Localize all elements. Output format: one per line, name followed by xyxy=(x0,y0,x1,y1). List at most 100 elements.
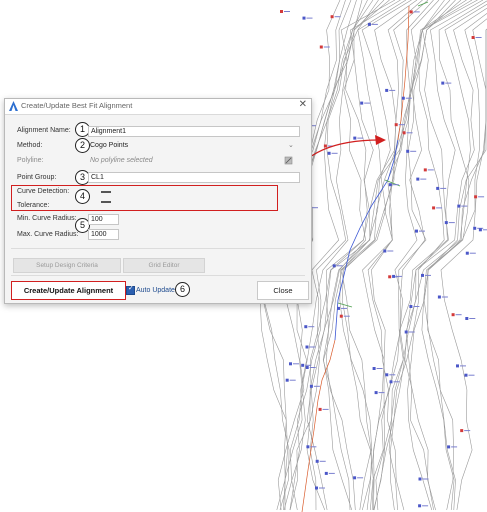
grid-editor-label: Grid Editor xyxy=(148,262,180,269)
method-select[interactable]: Cogo Points xyxy=(88,141,210,150)
alignment-name-label: Alignment Name: xyxy=(17,127,71,134)
curve-detection-label: Curve Detection: xyxy=(17,188,70,195)
point-group-input[interactable]: CL1 xyxy=(88,172,300,183)
cogo-point-tag xyxy=(376,368,383,369)
dialog-titlebar[interactable]: Create/Update Best Fit Alignment ✕ xyxy=(5,99,311,115)
cogo-point-tag xyxy=(410,150,417,152)
cogo-point-marker xyxy=(478,228,482,232)
tolerance-label: Tolerance: xyxy=(17,202,50,209)
cogo-point-marker xyxy=(330,15,334,19)
cogo-point-tag xyxy=(309,346,316,348)
cogo-point-tag xyxy=(413,306,420,307)
cogo-point-marker xyxy=(280,10,283,13)
cogo-point-tag xyxy=(308,326,315,328)
chevron-down-icon[interactable]: ⌄ xyxy=(288,141,294,149)
cogo-point-tag xyxy=(364,102,371,104)
cogo-point-marker xyxy=(436,186,440,190)
cogo-point-tag xyxy=(322,408,329,410)
contour-line xyxy=(440,28,487,511)
create-update-alignment-button[interactable]: Create/Update Alignment xyxy=(11,281,126,300)
cogo-point-marker xyxy=(306,445,310,449)
cogo-point-tag xyxy=(425,274,431,276)
setup-design-criteria-button[interactable]: Setup Design Criteria xyxy=(13,258,121,273)
cogo-point-marker xyxy=(441,81,445,85)
cogo-point-marker xyxy=(401,96,405,100)
cogo-point-marker xyxy=(319,45,323,49)
cogo-point-tag xyxy=(436,207,443,209)
cogo-point-tag xyxy=(475,37,482,38)
cogo-point-tag xyxy=(323,46,330,48)
cogo-point-marker xyxy=(409,10,413,14)
auto-update-label: Auto Update xyxy=(136,287,175,294)
cogo-point-marker xyxy=(406,149,410,153)
cogo-point-tag xyxy=(451,446,458,448)
close-button-label: Close xyxy=(273,286,293,295)
cogo-point-tag xyxy=(289,379,296,381)
cogo-point-tag xyxy=(464,430,471,432)
cogo-point-marker xyxy=(418,504,422,508)
cogo-point-tag xyxy=(293,363,299,365)
cogo-point-tag xyxy=(357,137,364,139)
cogo-point-marker xyxy=(409,305,413,308)
close-icon[interactable]: ✕ xyxy=(299,99,307,110)
cogo-point-marker xyxy=(394,123,398,127)
select-polyline-icon[interactable] xyxy=(284,156,293,165)
cogo-point-tag xyxy=(468,374,475,376)
cogo-point-marker xyxy=(465,317,469,320)
cogo-point-marker xyxy=(473,226,477,230)
cogo-point-tag xyxy=(378,392,385,394)
create-update-alignment-label: Create/Update Alignment xyxy=(23,286,114,295)
cogo-point-tag xyxy=(406,132,413,134)
divider xyxy=(11,248,305,249)
setup-design-criteria-label: Setup Design Criteria xyxy=(36,262,98,269)
cogo-point-marker xyxy=(421,273,424,277)
alignment-name-input[interactable]: Alignment1 xyxy=(88,126,300,137)
grid-editor-button[interactable]: Grid Editor xyxy=(123,258,205,273)
min-curve-radius-input[interactable]: 100 xyxy=(88,214,119,225)
cogo-point-marker xyxy=(432,206,436,210)
cogo-point-marker xyxy=(388,183,392,187)
alignment-blue xyxy=(334,139,399,341)
cogo-point-marker xyxy=(402,131,406,135)
contour-line xyxy=(407,0,487,511)
cogo-point-tag xyxy=(312,207,318,209)
best-fit-alignment-dialog: Create/Update Best Fit Alignment ✕ Align… xyxy=(4,98,312,304)
cogo-point-marker xyxy=(423,168,427,172)
cogo-point-marker xyxy=(385,88,389,92)
cogo-point-marker xyxy=(315,459,319,463)
max-curve-radius-input[interactable]: 1000 xyxy=(88,229,119,240)
cogo-point-marker xyxy=(309,384,313,388)
cogo-point-marker xyxy=(374,391,378,395)
cogo-point-tag xyxy=(343,315,350,317)
cogo-point-tag xyxy=(413,11,420,13)
dialog-title: Create/Update Best Fit Alignment xyxy=(21,101,133,110)
cogo-point-marker xyxy=(385,373,389,377)
cogo-point-marker xyxy=(323,144,327,148)
cogo-point-marker xyxy=(444,221,448,225)
cogo-point-tag xyxy=(420,178,427,180)
cogo-point-marker xyxy=(327,151,331,155)
cogo-point-tag xyxy=(313,385,320,387)
cogo-point-tag xyxy=(319,487,325,489)
contour-line xyxy=(362,0,440,511)
cogo-point-tag xyxy=(357,477,364,479)
cogo-point-tag xyxy=(336,265,343,267)
close-button[interactable]: Close xyxy=(257,281,309,300)
checkbox-icon[interactable]: ✓ xyxy=(126,285,135,295)
cogo-point-marker xyxy=(339,314,343,318)
cogo-point-marker xyxy=(451,313,455,317)
curve-detection-toggle[interactable] xyxy=(101,191,111,193)
cogo-point-marker xyxy=(464,373,468,377)
cogo-point-tag xyxy=(309,367,316,368)
polyline-value: No polyline selected xyxy=(90,157,153,164)
tolerance-control[interactable] xyxy=(101,201,111,203)
cogo-point-marker xyxy=(332,264,336,268)
cogo-point-marker xyxy=(456,364,459,368)
cogo-point-marker xyxy=(416,177,420,181)
cogo-point-tag xyxy=(305,364,312,366)
cogo-point-tag xyxy=(469,318,476,319)
callout-4: 4 xyxy=(75,189,90,204)
cogo-point-tag xyxy=(284,11,290,12)
cogo-point-tag xyxy=(419,230,425,232)
cogo-point-marker xyxy=(302,16,306,20)
